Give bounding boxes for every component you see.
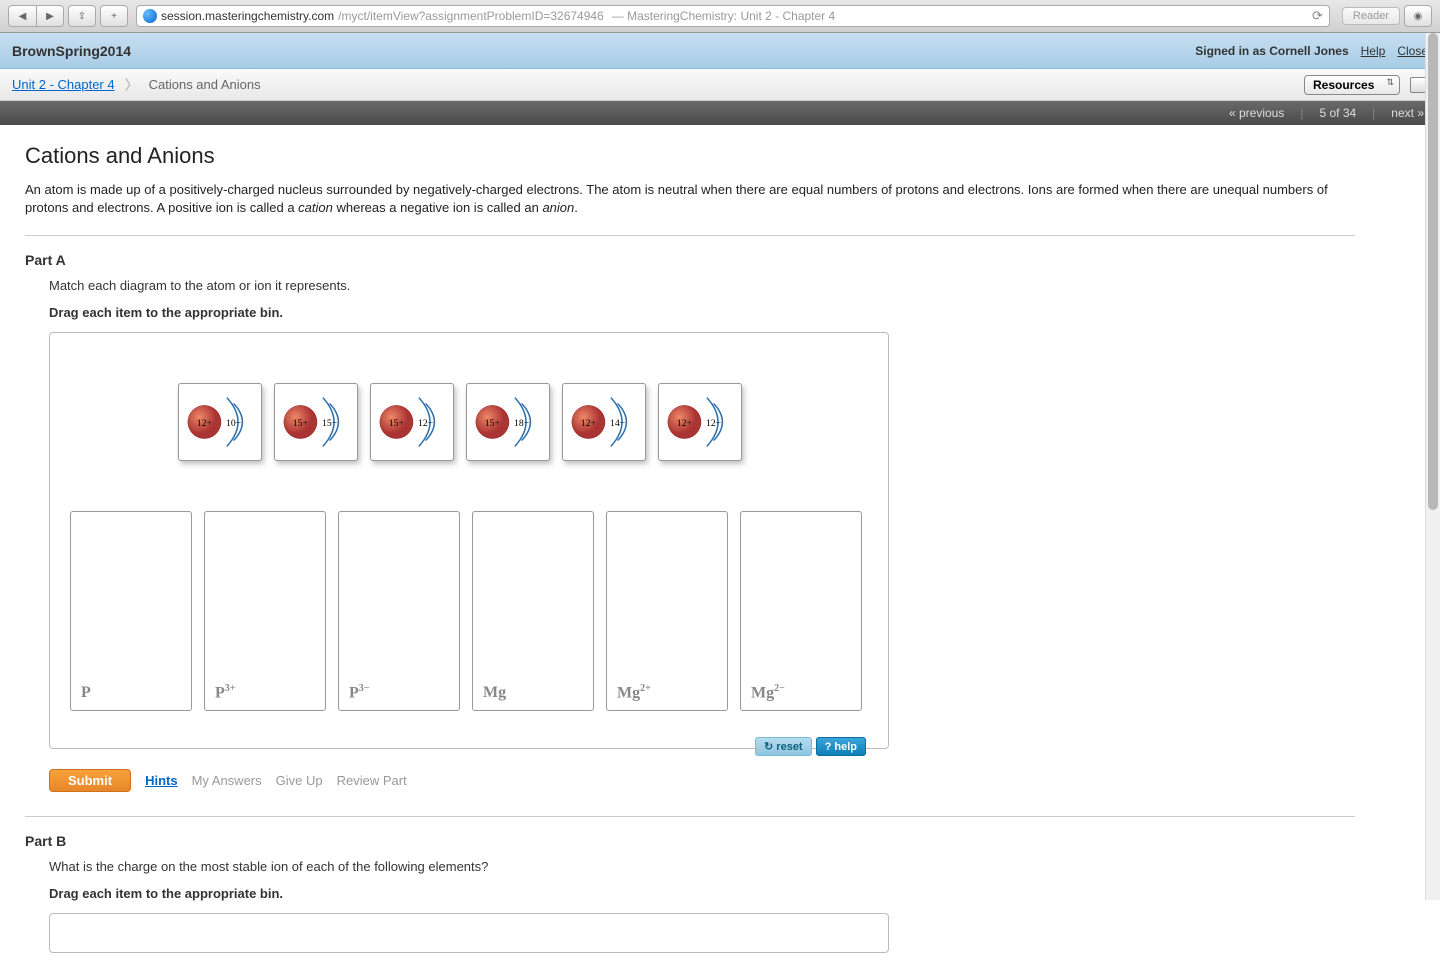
page-title: Cations and Anions (25, 143, 1355, 169)
svg-text:12+: 12+ (677, 418, 693, 429)
resources-dropdown[interactable]: Resources (1304, 75, 1400, 95)
drop-bin-3[interactable]: Mg (472, 511, 594, 711)
svg-text:15+: 15+ (293, 418, 309, 429)
breadcrumb-parent[interactable]: Unit 2 - Chapter 4 (12, 77, 115, 92)
drop-bin-2[interactable]: P3− (338, 511, 460, 711)
bin-label: P3− (349, 683, 369, 702)
browser-chrome: ◀ ▶ ⇪ + session.masteringchemistry.com/m… (0, 0, 1440, 33)
help-link[interactable]: Help (1361, 44, 1386, 58)
part-a-label: Part A (25, 252, 1355, 268)
tabs-button[interactable]: ◉ (1404, 5, 1432, 27)
reload-icon[interactable]: ⟳ (1312, 8, 1323, 24)
content-area: Cations and Anions An atom is made up of… (0, 125, 1380, 971)
course-name: BrownSpring2014 (12, 43, 131, 59)
url-path: /myct/itemView?assignmentProblemID=32674… (338, 9, 604, 23)
drop-bins-row: P P3+ P3− Mg Mg2+ Mg2− (70, 511, 868, 711)
drop-bin-1[interactable]: P3+ (204, 511, 326, 711)
bin-label: Mg2− (751, 683, 785, 702)
part-b-instruction: What is the charge on the most stable io… (49, 859, 1355, 874)
next-link[interactable]: next » (1391, 106, 1424, 120)
my-answers-link[interactable]: My Answers (192, 773, 262, 788)
review-part-link[interactable]: Review Part (337, 773, 407, 788)
atom-tile-4[interactable]: 12+ 14− (562, 383, 646, 461)
signed-in-label: Signed in as Cornell Jones (1195, 44, 1348, 58)
part-b-label: Part B (25, 833, 1355, 849)
svg-text:10−: 10− (226, 418, 242, 429)
part-b-drag-instruction: Drag each item to the appropriate bin. (49, 886, 1355, 901)
intro-text: An atom is made up of a positively-charg… (25, 181, 1355, 217)
draggable-tiles-row: 12+ 10− 15+ 15− 15+ 12− 15+ 18− 12+ 14− … (70, 383, 868, 461)
drag-drop-area: 12+ 10− 15+ 15− 15+ 12− 15+ 18− 12+ 14− … (49, 332, 889, 749)
drop-bin-5[interactable]: Mg2− (740, 511, 862, 711)
part-a-instruction: Match each diagram to the atom or ion it… (49, 278, 1355, 293)
atom-tile-3[interactable]: 15+ 18− (466, 383, 550, 461)
pagination-bar: « previous | 5 of 34 | next » (0, 101, 1440, 125)
url-host: session.masteringchemistry.com (161, 9, 334, 23)
atom-tile-5[interactable]: 12+ 12− (658, 383, 742, 461)
part-a-drag-instruction: Drag each item to the appropriate bin. (49, 305, 1355, 320)
url-bar[interactable]: session.masteringchemistry.com/myct/item… (136, 5, 1330, 27)
divider (25, 816, 1355, 817)
svg-text:14−: 14− (610, 418, 626, 429)
drop-bin-0[interactable]: P (70, 511, 192, 711)
svg-text:12+: 12+ (581, 418, 597, 429)
svg-text:12−: 12− (418, 418, 434, 429)
bin-label: P (81, 684, 91, 702)
drop-bin-4[interactable]: Mg2+ (606, 511, 728, 711)
drag-help-button[interactable]: ? help (816, 737, 866, 756)
url-page-title: MasteringChemistry: Unit 2 - Chapter 4 (627, 9, 835, 23)
scrollbar[interactable] (1425, 33, 1440, 900)
course-header: BrownSpring2014 Signed in as Cornell Jon… (0, 33, 1440, 69)
back-button[interactable]: ◀ (8, 5, 36, 27)
svg-text:15+: 15+ (389, 418, 405, 429)
hints-link[interactable]: Hints (145, 773, 178, 788)
globe-icon (143, 9, 157, 23)
breadcrumb-bar: Unit 2 - Chapter 4 〉 Cations and Anions … (0, 69, 1440, 101)
forward-button[interactable]: ▶ (36, 5, 64, 27)
svg-text:15−: 15− (322, 418, 338, 429)
prev-link[interactable]: « previous (1229, 106, 1284, 120)
atom-tile-1[interactable]: 15+ 15− (274, 383, 358, 461)
part-b-drag-area (49, 913, 889, 953)
bin-label: Mg (483, 684, 506, 702)
divider (25, 235, 1355, 236)
svg-text:12+: 12+ (197, 418, 213, 429)
bin-label: P3+ (215, 683, 235, 702)
submit-button[interactable]: Submit (49, 769, 131, 792)
atom-tile-2[interactable]: 15+ 12− (370, 383, 454, 461)
breadcrumb-current: Cations and Anions (149, 77, 261, 92)
part-a-controls: Submit Hints My Answers Give Up Review P… (49, 769, 1355, 792)
svg-text:12−: 12− (706, 418, 722, 429)
svg-text:18−: 18− (514, 418, 530, 429)
give-up-link[interactable]: Give Up (276, 773, 323, 788)
chevron-right-icon: 〉 (125, 75, 139, 95)
page-counter: 5 of 34 (1319, 106, 1356, 120)
add-button[interactable]: + (100, 5, 128, 27)
svg-text:15+: 15+ (485, 418, 501, 429)
close-link[interactable]: Close (1397, 44, 1428, 58)
share-button[interactable]: ⇪ (68, 5, 96, 27)
reset-button[interactable]: ↻ reset (755, 737, 812, 756)
bin-label: Mg2+ (617, 683, 651, 702)
reader-button[interactable]: Reader (1342, 7, 1400, 25)
atom-tile-0[interactable]: 12+ 10− (178, 383, 262, 461)
